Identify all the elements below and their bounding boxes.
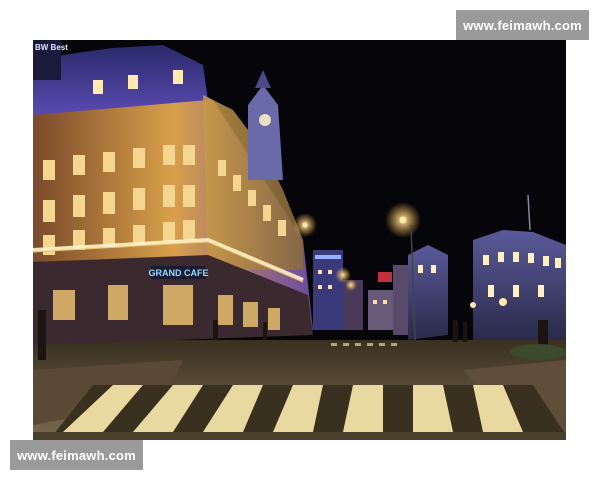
grand-cafe-sign: GRAND CAFE <box>149 268 209 278</box>
night-street-scene: GRAND CAFE BW Best <box>33 40 566 440</box>
watermark-top: www.feimawh.com <box>456 10 589 40</box>
zebra-crosswalk <box>33 385 566 440</box>
street-photo: GRAND CAFE BW Best <box>33 40 566 440</box>
planter <box>510 344 566 360</box>
corner-hotel-sign: BW Best <box>35 43 68 52</box>
watermark-bottom: www.feimawh.com <box>10 440 143 470</box>
